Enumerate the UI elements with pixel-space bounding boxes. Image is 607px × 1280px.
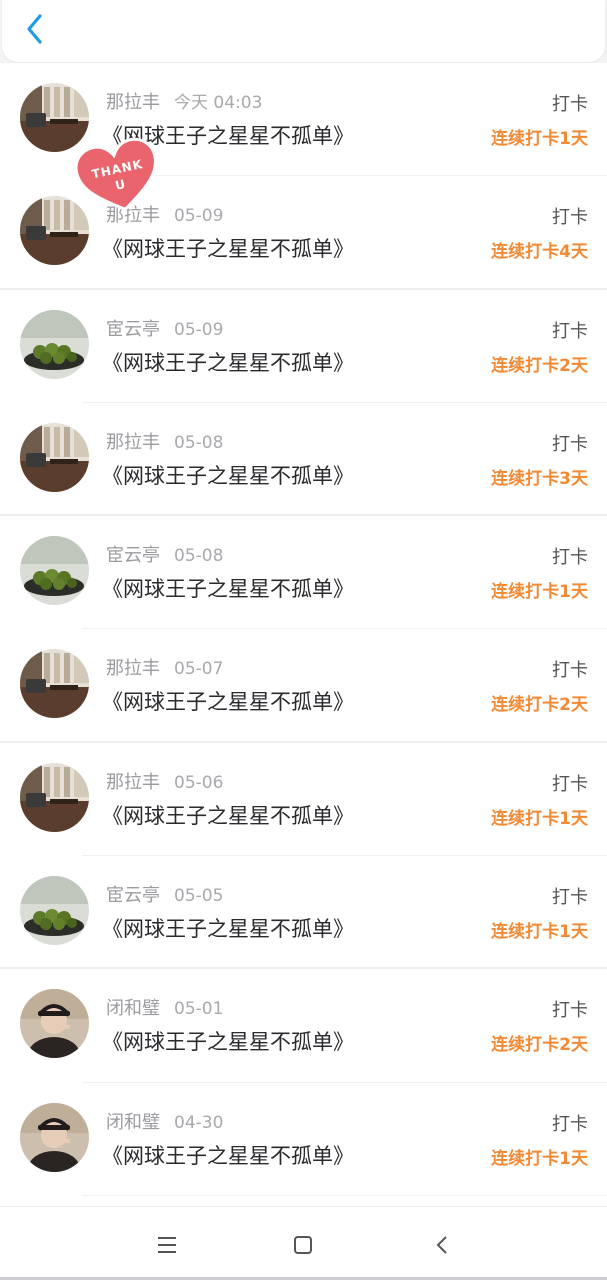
avatar[interactable] [20,422,89,492]
checkin-tag: 打卡 [552,94,588,115]
user-meta: 宦云亭 05-05 [106,881,223,907]
chevron-left-icon [27,14,42,44]
user-name[interactable]: 闭和璧 [106,998,160,1019]
avatar[interactable] [20,649,89,719]
streak-label: 连续打卡4天 [491,242,588,263]
list-item[interactable]: 那拉丰 05-07 《网球王子之星星不孤单》 打卡连续打卡2天 [0,629,607,743]
checkin-tag: 打卡 [552,1113,588,1135]
user-meta: 那拉丰 今天 04:03 [106,88,262,114]
thank-you-sticker: THANK U [72,136,164,214]
user-name[interactable]: 宦云亭 [106,545,160,566]
avatar[interactable] [20,989,89,1059]
checkin-tag: 打卡 [552,207,588,229]
list-item[interactable]: 闭和璧 05-01 《网球王子之星星不孤单》 打卡连续打卡2天 [0,969,607,1083]
list-item[interactable]: 那拉丰 05-06 《网球王子之星星不孤单》 打卡连续打卡1天 [0,742,607,857]
checkin-tag: 打卡 [552,887,588,909]
system-nav-bar [0,1206,607,1280]
post-date: 05-07 [174,659,224,680]
back-button[interactable] [20,12,50,46]
book-title[interactable]: 《网球王子之星星不孤单》 [102,913,354,943]
post-date: 05-08 [174,432,224,453]
streak-label: 连续打卡1天 [491,129,588,149]
avatar[interactable] [20,536,89,606]
streak-label: 连续打卡2天 [491,695,588,716]
checkin-tag: 打卡 [552,547,588,569]
list-item[interactable]: 宦云亭 05-08 《网球王子之星星不孤单》 打卡连续打卡1天 [0,516,607,630]
user-meta: 宦云亭 05-08 [106,541,223,567]
user-meta: 闭和璧 05-01 [106,994,223,1020]
streak-label: 连续打卡1天 [491,922,588,943]
avatar[interactable] [20,876,89,946]
avatar[interactable] [20,1102,89,1172]
book-title[interactable]: 《网球王子之星星不孤单》 [102,800,354,830]
top-bar [2,0,605,62]
user-name[interactable]: 那拉丰 [106,658,160,679]
list-item[interactable]: 宦云亭 05-09 《网球王子之星星不孤单》 打卡连续打卡2天 [0,289,607,403]
book-title[interactable]: 《网球王子之星星不孤单》 [102,573,354,603]
checkin-tag: 打卡 [552,660,588,682]
system-back-button[interactable] [426,1229,458,1261]
user-meta: 闭和璧 04-30 [106,1108,223,1134]
menu-icon [158,1237,176,1253]
checkin-tag: 打卡 [552,773,588,795]
streak-label: 连续打卡1天 [491,808,588,829]
checkin-list: 那拉丰 今天 04:03 《网球王子之星星不孤单》 打卡 连续打卡1天 那拉丰 05-09 《… [0,63,607,1206]
user-name[interactable]: 那拉丰 [106,92,160,113]
book-title[interactable]: 《网球王子之星星不孤单》 [102,233,354,263]
post-date: 05-05 [174,886,224,907]
user-name[interactable]: 宦云亭 [106,885,160,906]
streak-label: 连续打卡2天 [491,355,588,376]
streak-label: 连续打卡1天 [491,582,588,603]
list-item[interactable]: 那拉丰 05-08 《网球王子之星星不孤单》 打卡连续打卡3天 [0,402,607,517]
user-meta: 那拉丰 05-07 [106,654,223,680]
divider [82,1194,607,1196]
post-date: 05-09 [174,319,224,340]
avatar[interactable] [20,762,89,832]
user-name[interactable]: 那拉丰 [106,772,160,793]
menu-button[interactable] [151,1229,183,1261]
back-chevron-icon [436,1236,447,1254]
book-title[interactable]: 《网球王子之星星不孤单》 [102,1026,354,1056]
book-title[interactable]: 《网球王子之星星不孤单》 [102,686,354,716]
avatar[interactable] [20,309,89,379]
streak-label: 连续打卡3天 [491,468,588,489]
home-square-icon [294,1236,312,1254]
checkin-tag: 打卡 [552,433,588,455]
post-date: 05-01 [174,999,224,1020]
post-date: 今天 04:03 [174,93,263,113]
post-date: 04-30 [174,1112,224,1133]
user-name[interactable]: 那拉丰 [106,432,160,453]
streak-label: 连续打卡1天 [491,1148,588,1169]
list-item[interactable]: 宦云亭 05-05 《网球王子之星星不孤单》 打卡连续打卡1天 [0,856,607,970]
list-item[interactable]: 闭和璧 04-30 《网球王子之星星不孤单》 打卡连续打卡1天 [0,1082,607,1196]
book-title[interactable]: 《网球王子之星星不孤单》 [102,347,354,377]
user-meta: 那拉丰 05-06 [106,768,223,794]
user-name[interactable]: 宦云亭 [106,319,160,340]
user-meta: 宦云亭 05-09 [106,315,223,341]
streak-label: 连续打卡2天 [491,1035,588,1056]
user-meta: 那拉丰 05-08 [106,428,223,454]
book-title[interactable]: 《网球王子之星星不孤单》 [102,1140,354,1170]
post-date: 05-06 [174,772,224,793]
home-button[interactable] [287,1229,319,1261]
book-title[interactable]: 《网球王子之星星不孤单》 [102,460,354,490]
post-date: 05-08 [174,546,224,567]
checkin-tag: 打卡 [552,320,588,342]
user-name[interactable]: 闭和璧 [106,1112,160,1133]
checkin-tag: 打卡 [552,1000,588,1022]
post-date: 05-09 [174,206,224,227]
